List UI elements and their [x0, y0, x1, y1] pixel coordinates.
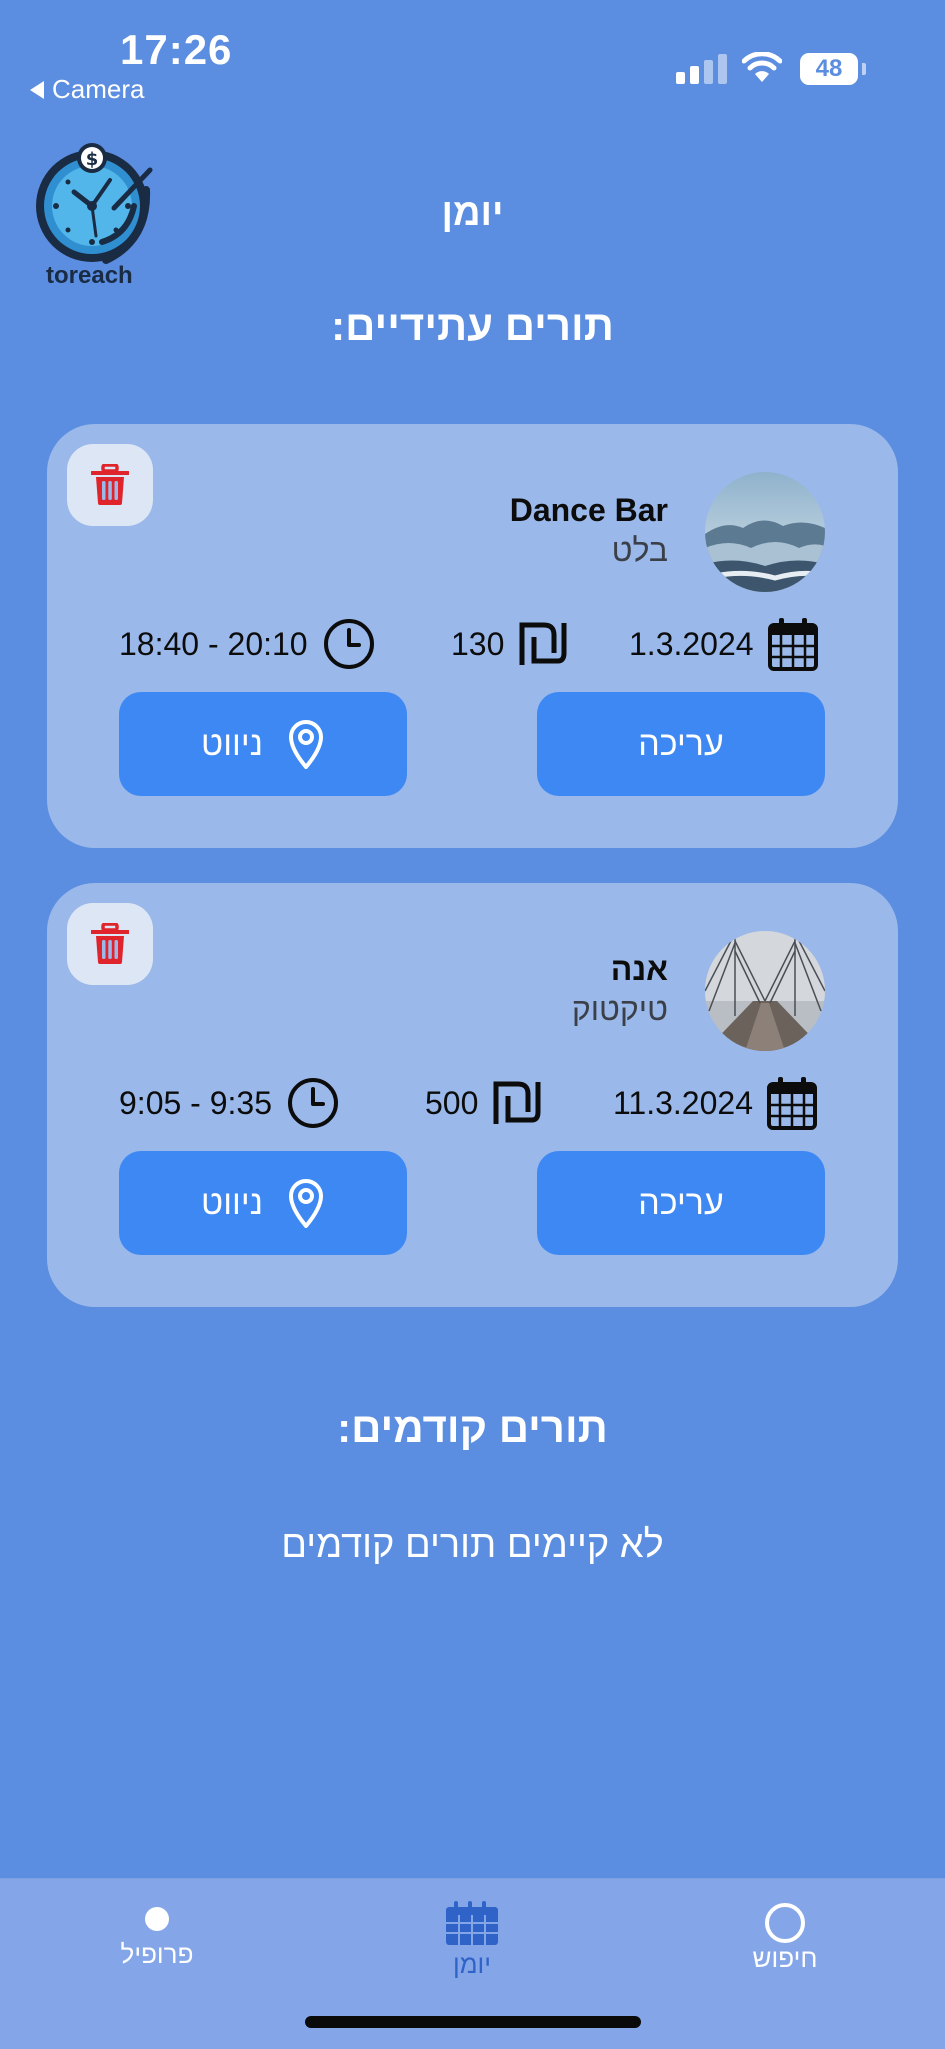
calendar-icon: [446, 1901, 498, 1945]
price-row: 500: [425, 1073, 542, 1133]
back-label: Camera: [52, 74, 145, 104]
calendar-icon: [766, 1077, 817, 1130]
clock-icon: [323, 619, 374, 669]
empty-state-message: לא קיימים תורים קודמים: [281, 1524, 664, 1566]
time-range-row: 18:40 - 20:10: [119, 614, 376, 674]
service-name: טיקטוק: [571, 991, 668, 1027]
trash-icon: [91, 464, 129, 505]
navigate-button[interactable]: ניווט: [119, 1151, 407, 1255]
provider-avatar: [705, 472, 825, 592]
cellular-signal-icon: [676, 54, 727, 84]
upcoming-section-title: תורים עתידיים:: [331, 302, 614, 349]
trash-icon: [91, 923, 129, 964]
tab-search[interactable]: חיפוש: [705, 1903, 865, 1974]
wifi-icon: [742, 52, 782, 82]
date: 11.3.2024: [613, 1084, 753, 1121]
date-row: 1.3.2024: [629, 614, 818, 674]
time-range-row: 9:05 - 9:35: [119, 1073, 340, 1133]
edit-label: עריכה: [638, 724, 724, 763]
back-to-camera-link[interactable]: Camera: [30, 74, 144, 105]
provider-name: אנה: [610, 951, 668, 987]
time-range: 9:05 - 9:35: [119, 1084, 272, 1121]
navigate-button[interactable]: ניווט: [119, 692, 407, 796]
provider-avatar: [705, 931, 825, 1051]
svg-text:$: $: [86, 149, 99, 170]
shekel-icon: [519, 622, 567, 665]
edit-label: עריכה: [638, 1183, 724, 1222]
calendar-icon: [767, 618, 818, 671]
shekel-icon: [493, 1081, 541, 1124]
profile-dot-icon: [145, 1907, 169, 1931]
appointment-card: אנה טיקטוק 9:05 - 9:35 500 11.3.2024 ניו…: [47, 883, 898, 1307]
home-indicator: [305, 2016, 641, 2028]
service-name: בלט: [611, 532, 668, 568]
tab-calendar-label: יומן: [452, 1949, 492, 1979]
price: 500: [425, 1084, 479, 1121]
date: 1.3.2024: [629, 625, 754, 662]
appointment-card: Dance Bar בלט 18:40 - 20:10 130 1.3.2024: [47, 424, 898, 848]
logo-wordmark: toreach: [46, 262, 133, 289]
tab-profile[interactable]: פרופיל: [77, 1907, 237, 1970]
location-pin-icon: [288, 720, 323, 769]
price: 130: [451, 625, 505, 662]
provider-name: Dance Bar: [509, 492, 668, 528]
clock-icon: [288, 1078, 338, 1128]
back-arrow-icon: [30, 80, 44, 99]
navigate-label: ניווט: [201, 1183, 263, 1222]
battery-tip: [862, 63, 866, 75]
edit-button[interactable]: עריכה: [537, 1151, 825, 1255]
edit-button[interactable]: עריכה: [537, 692, 825, 796]
delete-appointment-button[interactable]: [67, 903, 153, 985]
date-row: 11.3.2024: [613, 1073, 817, 1133]
battery-indicator: 48: [800, 53, 858, 85]
status-time: 17:26: [120, 26, 233, 73]
tab-calendar[interactable]: יומן: [392, 1901, 552, 1980]
tab-profile-label: פרופיל: [120, 1939, 194, 1969]
location-pin-icon: [288, 1179, 323, 1228]
tab-search-label: חיפוש: [752, 1943, 818, 1973]
navigate-label: ניווט: [201, 724, 263, 763]
delete-appointment-button[interactable]: [67, 444, 153, 526]
page-title: יומן: [441, 192, 504, 234]
price-row: 130: [451, 614, 568, 674]
past-section-title: תורים קודמים:: [337, 1404, 608, 1451]
time-range: 18:40 - 20:10: [119, 625, 308, 662]
search-icon: [765, 1903, 805, 1943]
